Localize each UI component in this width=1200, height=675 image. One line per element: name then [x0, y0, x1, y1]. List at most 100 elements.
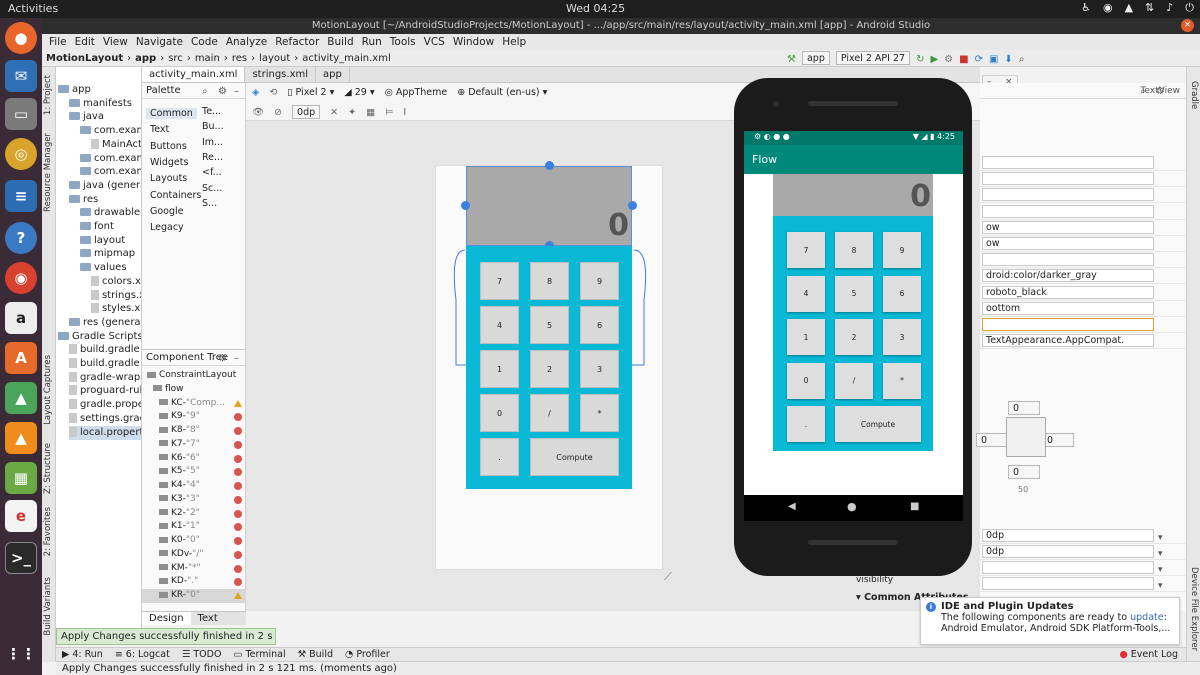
menu-navigate[interactable]: Navigate: [132, 34, 187, 50]
vlc-icon[interactable]: ▲: [5, 422, 37, 454]
calculator-key[interactable]: 6: [883, 275, 921, 312]
warning-icon[interactable]: [234, 592, 242, 599]
menu-window[interactable]: Window: [449, 34, 498, 50]
attributes-settings-icon[interactable]: ⚙: [1156, 86, 1165, 97]
tool-logcat[interactable]: ≡ 6: Logcat: [115, 648, 170, 661]
constraint-bottom-value[interactable]: 0: [1008, 465, 1040, 479]
thunderbird-icon[interactable]: ✉: [5, 60, 37, 92]
keypad-preview-key[interactable]: /: [530, 394, 569, 432]
recents-icon[interactable]: ■: [910, 501, 919, 512]
project-tree-item[interactable]: styles.xml: [91, 302, 141, 316]
attribute-value-field[interactable]: oottom: [982, 301, 1154, 315]
error-icon[interactable]: [234, 413, 242, 422]
update-link[interactable]: update: [1130, 612, 1163, 623]
project-tree-item[interactable]: layout: [80, 234, 141, 248]
component-tree-row[interactable]: K8-"8": [142, 424, 246, 438]
files-icon[interactable]: ▭: [5, 98, 37, 130]
calculator-key[interactable]: 2: [835, 319, 873, 355]
menu-edit[interactable]: Edit: [71, 34, 99, 50]
keypad-preview-key[interactable]: Compute: [530, 438, 619, 476]
software-center-icon[interactable]: A: [5, 342, 37, 374]
menu-file[interactable]: File: [45, 34, 71, 50]
chrome-tray-icon[interactable]: ◉: [1103, 1, 1113, 15]
error-icon[interactable]: [234, 468, 242, 477]
vlc-tray-icon[interactable]: ▲: [1125, 1, 1133, 15]
help-icon[interactable]: ?: [5, 222, 37, 254]
palette-minimize-icon[interactable]: –: [234, 86, 239, 97]
attribute-value-field[interactable]: [982, 156, 1154, 169]
resize-handle-top[interactable]: [545, 161, 554, 170]
component-tree-row[interactable]: ConstraintLayout: [142, 369, 246, 383]
calc-icon[interactable]: ▦: [5, 462, 37, 494]
tool-structure[interactable]: Z: Structure: [43, 443, 53, 494]
component-tree-minimize-icon[interactable]: –: [234, 353, 239, 364]
project-tree-item[interactable]: java: [69, 110, 141, 124]
project-tree-item[interactable]: com.example.m: [80, 165, 141, 179]
component-tree-row[interactable]: K0-"0": [142, 534, 246, 548]
update-notification[interactable]: i IDE and Plugin Updates The following c…: [920, 597, 1180, 645]
apply-changes-icon[interactable]: ↻: [916, 51, 924, 68]
menu-vcs[interactable]: VCS: [420, 34, 449, 50]
attribute-value-field[interactable]: [982, 253, 1154, 267]
palette-search-icon[interactable]: ⌕: [202, 86, 208, 97]
project-tree-item[interactable]: settings.gradle (P: [69, 412, 141, 426]
attribute-value-field[interactable]: ow: [982, 237, 1154, 250]
palette-item[interactable]: S...: [202, 198, 217, 209]
volume-icon[interactable]: ♪: [1166, 1, 1173, 15]
attribute-value-field[interactable]: TextAppearance.AppCompat.: [982, 334, 1154, 348]
error-icon[interactable]: [234, 564, 242, 573]
stop-icon[interactable]: ■: [959, 51, 968, 68]
pack-icon[interactable]: ▦: [366, 107, 375, 118]
attribute-value-field[interactable]: ow: [982, 220, 1154, 234]
calculator-key[interactable]: 3: [883, 319, 921, 355]
tool-device-file-explorer[interactable]: Device File Explorer: [1189, 567, 1199, 651]
component-tree-row[interactable]: K3-"3": [142, 493, 246, 507]
error-icon[interactable]: [234, 454, 242, 463]
palette-category[interactable]: Widgets: [150, 157, 188, 168]
error-icon[interactable]: [234, 482, 242, 490]
constraint-top-value[interactable]: 0: [1008, 401, 1040, 415]
project-tree-item[interactable]: res (generated): [69, 316, 141, 330]
tab-design[interactable]: Design: [142, 612, 191, 625]
project-tree-item[interactable]: app: [58, 83, 141, 97]
menu-code[interactable]: Code: [187, 34, 222, 50]
constraint-left-value[interactable]: 0: [976, 433, 1008, 447]
component-tree-row[interactable]: K9-"9": [142, 410, 246, 424]
menu-run[interactable]: Run: [358, 34, 386, 50]
error-icon[interactable]: [234, 427, 242, 435]
project-tree-item[interactable]: res: [69, 193, 141, 207]
attribute-value-field[interactable]: droid:color/darker_gray: [982, 269, 1154, 283]
keypad-preview-key[interactable]: 9: [580, 262, 619, 300]
project-tree-item[interactable]: build.gradle (Pro: [69, 343, 141, 357]
palette-item[interactable]: Te...: [202, 106, 221, 117]
tool-layout-captures[interactable]: Layout Captures: [43, 355, 53, 425]
tool-todo[interactable]: ☰ TODO: [182, 648, 222, 661]
error-icon[interactable]: [234, 509, 242, 518]
firefox-icon[interactable]: ●: [5, 22, 37, 54]
error-icon[interactable]: [234, 495, 242, 504]
component-tree-row[interactable]: flow: [142, 383, 246, 397]
project-tree-item[interactable]: gradle-wrapper.p: [69, 371, 141, 385]
chrome-icon[interactable]: ◉: [5, 262, 37, 294]
theme-picker[interactable]: ◎ AppTheme: [385, 87, 448, 98]
tool-build-variants[interactable]: Build Variants: [43, 577, 53, 636]
project-tree-item[interactable]: values: [80, 261, 141, 275]
component-tree-row[interactable]: K5-"5": [142, 465, 246, 479]
project-tree-item[interactable]: gradle.properties: [69, 398, 141, 412]
breadcrumb-layout[interactable]: layout: [259, 50, 290, 67]
layout-height-field[interactable]: 0dp: [982, 545, 1154, 558]
clear-constraints-icon[interactable]: ✕: [330, 107, 338, 118]
attribute-value-field[interactable]: [982, 318, 1154, 331]
tool-gradle[interactable]: Gradle: [1189, 81, 1199, 109]
project-tree-item[interactable]: colors.xml: [91, 275, 141, 289]
project-tree-item[interactable]: mipmap: [80, 247, 141, 261]
component-tree-row[interactable]: K2-"2": [142, 507, 246, 521]
accessibility-icon[interactable]: ♿: [1081, 1, 1091, 15]
menu-help[interactable]: Help: [498, 34, 530, 50]
error-icon[interactable]: [234, 523, 242, 532]
calculator-key[interactable]: .: [787, 406, 825, 442]
home-icon[interactable]: ●: [847, 500, 857, 513]
calculator-display-preview[interactable]: 0: [466, 166, 632, 246]
canvas-resize-icon[interactable]: ⟋: [664, 570, 672, 584]
android-studio-icon[interactable]: ▲: [5, 382, 37, 414]
